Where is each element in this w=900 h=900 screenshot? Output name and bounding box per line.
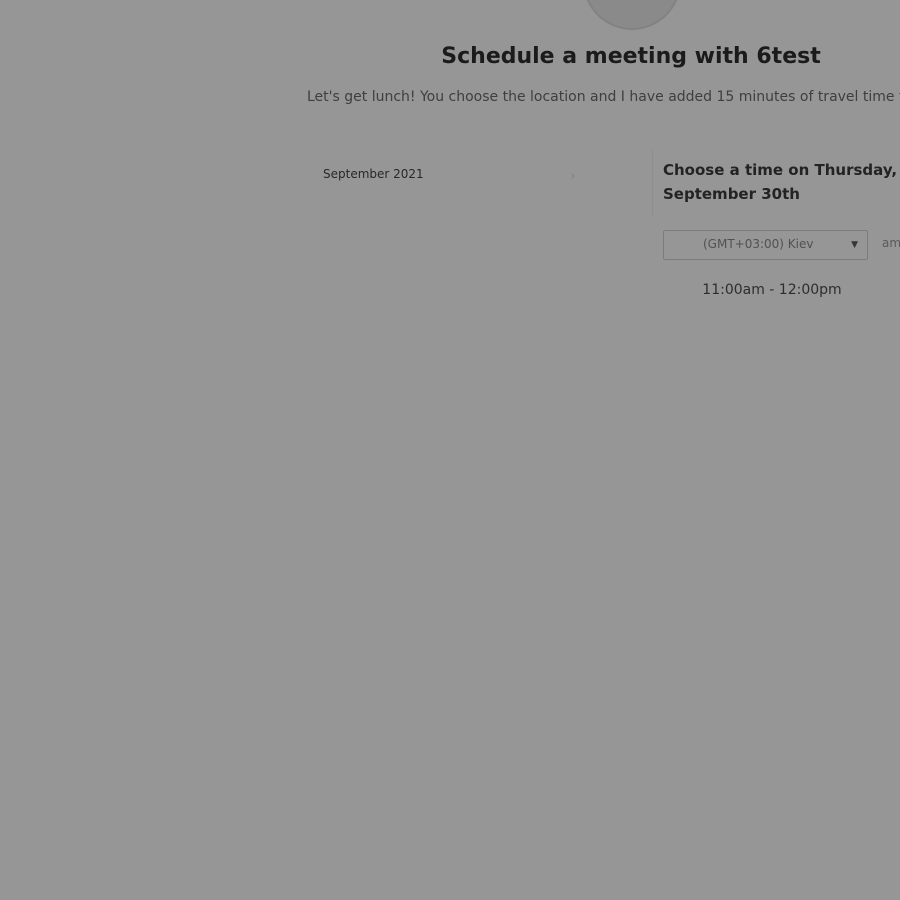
modal-overlay[interactable] bbox=[0, 0, 900, 900]
booking-page: Schedule a meeting with 6test Let's get … bbox=[0, 0, 900, 900]
